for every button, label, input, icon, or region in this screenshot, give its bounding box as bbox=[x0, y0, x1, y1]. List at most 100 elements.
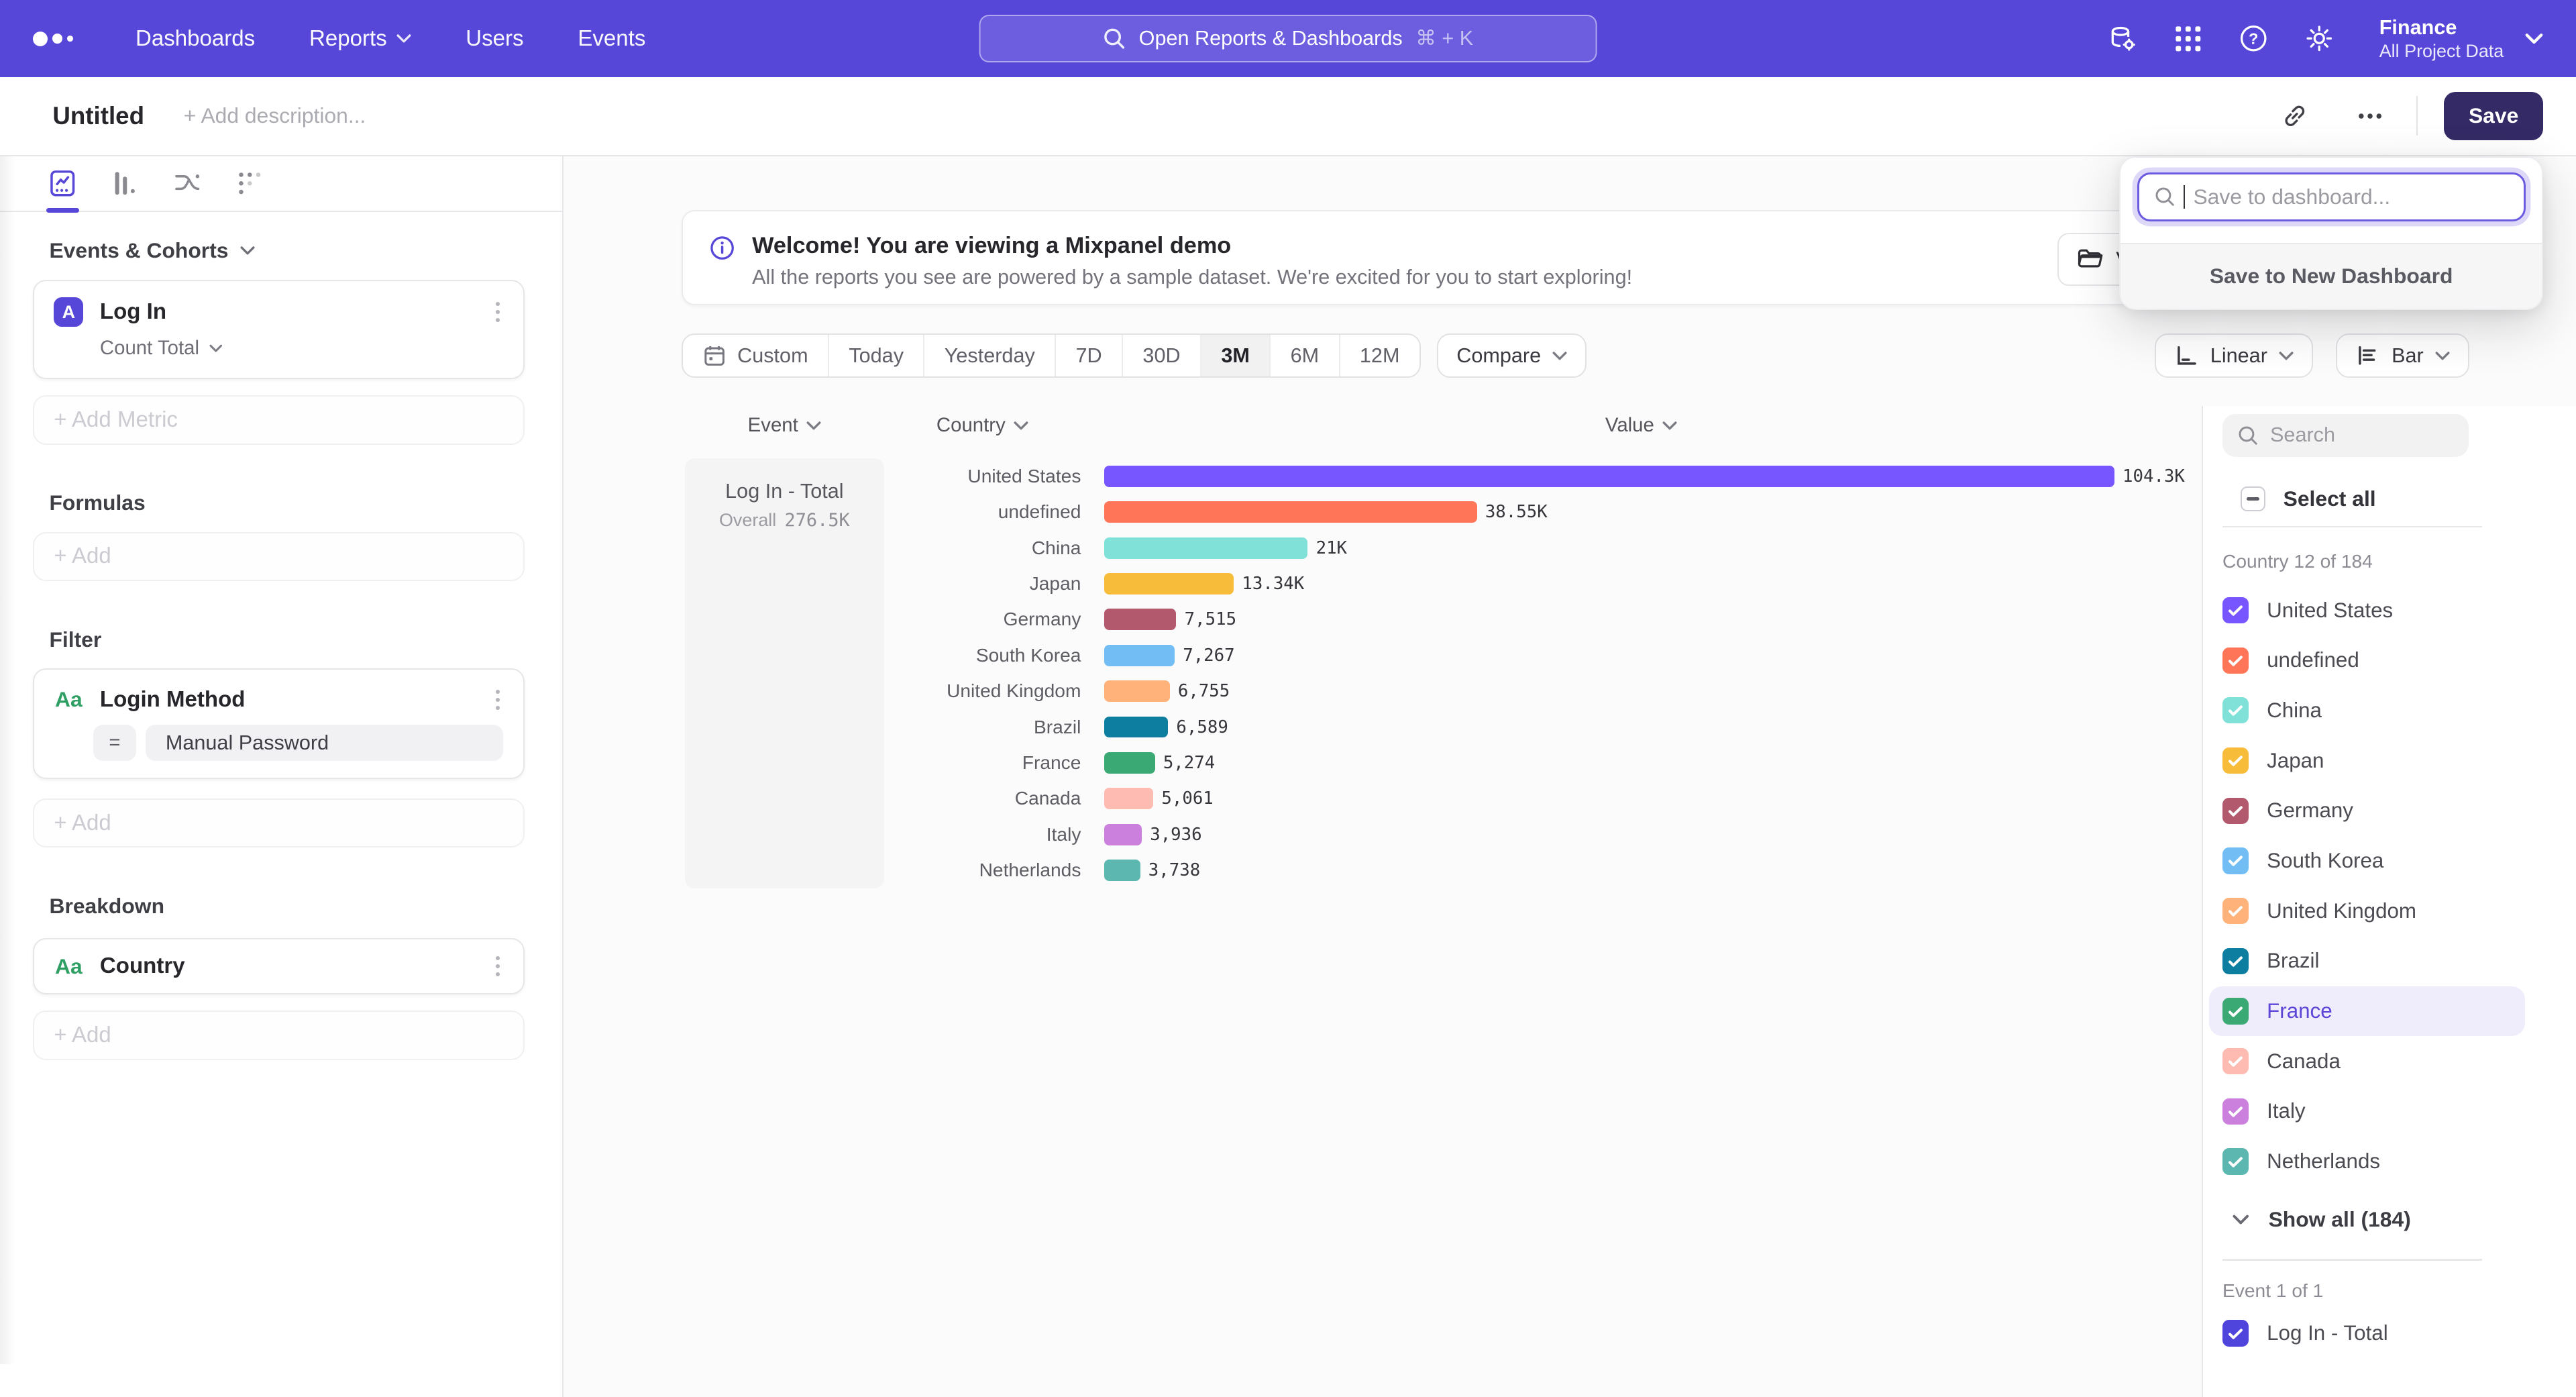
checkbox-checked[interactable] bbox=[2222, 648, 2249, 674]
bar-row[interactable]: 3,738 bbox=[1081, 852, 2201, 888]
add-formula-button[interactable]: + Add bbox=[33, 532, 525, 581]
project-switcher[interactable]: Finance All Project Data bbox=[2379, 15, 2543, 63]
bar-brazil[interactable] bbox=[1104, 717, 1169, 738]
checkbox-checked[interactable] bbox=[2222, 847, 2249, 874]
filter-operator[interactable]: = bbox=[93, 725, 136, 761]
nav-item-events[interactable]: Events bbox=[578, 26, 645, 52]
mixpanel-logo[interactable] bbox=[33, 32, 73, 46]
bar-row[interactable]: 5,061 bbox=[1081, 781, 2201, 817]
tab-funnels[interactable] bbox=[109, 167, 142, 200]
metric-name[interactable]: Log In bbox=[100, 299, 166, 325]
bar-row[interactable]: 6,755 bbox=[1081, 673, 2201, 709]
legend-country-canada[interactable]: Canada bbox=[2209, 1036, 2524, 1086]
add-metric-button[interactable]: + Add Metric bbox=[33, 395, 525, 444]
filter-property-name[interactable]: Login Method bbox=[100, 687, 246, 713]
range-yesterday[interactable]: Yesterday bbox=[924, 335, 1056, 376]
tab-flows[interactable] bbox=[171, 167, 204, 200]
column-header-event[interactable]: Event bbox=[685, 406, 883, 458]
bar-row[interactable]: 21K bbox=[1081, 530, 2201, 566]
bar-united-states[interactable] bbox=[1104, 466, 2114, 487]
range-today[interactable]: Today bbox=[829, 335, 924, 376]
kebab-menu-icon[interactable] bbox=[492, 686, 503, 713]
breakdown-card-country[interactable]: Aa Country bbox=[33, 938, 525, 994]
range-30d[interactable]: 30D bbox=[1123, 335, 1201, 376]
aggregation-selector[interactable]: Count Total bbox=[34, 327, 523, 378]
checkbox-checked[interactable] bbox=[2222, 697, 2249, 723]
help-icon[interactable]: ? bbox=[2238, 23, 2269, 54]
checkbox-checked[interactable] bbox=[2222, 998, 2249, 1024]
nav-item-reports[interactable]: Reports bbox=[309, 26, 411, 52]
apps-grid-icon[interactable] bbox=[2172, 23, 2204, 54]
data-management-icon[interactable] bbox=[2106, 23, 2138, 54]
bar-row[interactable]: 5,274 bbox=[1081, 745, 2201, 780]
legend-country-japan[interactable]: Japan bbox=[2209, 735, 2524, 786]
bar-row[interactable]: 7,515 bbox=[1081, 602, 2201, 637]
legend-country-south-korea[interactable]: South Korea bbox=[2209, 836, 2524, 886]
column-header-country[interactable]: Country bbox=[884, 406, 1081, 458]
checkbox-checked[interactable] bbox=[2222, 798, 2249, 824]
legend-country-brazil[interactable]: Brazil bbox=[2209, 936, 2524, 986]
copy-link-icon[interactable] bbox=[2275, 96, 2314, 136]
checkbox-checked[interactable] bbox=[2222, 1098, 2249, 1125]
scale-selector-button[interactable]: Linear bbox=[2155, 333, 2313, 378]
settings-gear-icon[interactable] bbox=[2304, 23, 2335, 54]
event-series-cell[interactable]: Log In - TotalOverall276.5K bbox=[685, 458, 883, 888]
breakdown-property-name[interactable]: Country bbox=[100, 953, 185, 979]
bar-undefined[interactable] bbox=[1104, 501, 1477, 523]
bar-united-kingdom[interactable] bbox=[1104, 680, 1170, 702]
checkbox-checked[interactable] bbox=[2222, 948, 2249, 974]
report-title[interactable]: Untitled bbox=[52, 102, 144, 130]
bar-japan[interactable] bbox=[1104, 573, 1234, 594]
add-breakdown-button[interactable]: + Add bbox=[33, 1011, 525, 1059]
checkbox-checked[interactable] bbox=[2222, 1148, 2249, 1174]
bar-row[interactable]: 3,936 bbox=[1081, 817, 2201, 852]
global-search-button[interactable]: Open Reports & Dashboards ⌘ + K bbox=[979, 15, 1597, 62]
metric-card-log-in[interactable]: A Log In Count Total bbox=[33, 280, 525, 379]
chart-type-button[interactable]: Bar bbox=[2336, 333, 2469, 378]
legend-country-italy[interactable]: Italy bbox=[2209, 1086, 2524, 1137]
filter-card-login-method[interactable]: Aa Login Method = Manual Password bbox=[33, 668, 525, 778]
column-header-value[interactable]: Value bbox=[1081, 406, 2201, 458]
bar-canada[interactable] bbox=[1104, 788, 1153, 809]
indeterminate-checkbox[interactable] bbox=[2241, 486, 2265, 511]
save-button[interactable]: Save bbox=[2444, 92, 2543, 140]
bar-france[interactable] bbox=[1104, 752, 1155, 774]
nav-item-dashboards[interactable]: Dashboards bbox=[136, 26, 255, 52]
checkbox-checked[interactable] bbox=[2222, 747, 2249, 774]
checkbox-checked[interactable] bbox=[2222, 1320, 2249, 1346]
range-6m[interactable]: 6M bbox=[1271, 335, 1340, 376]
events-cohorts-header[interactable]: Events & Cohorts bbox=[49, 238, 524, 263]
filter-value[interactable]: Manual Password bbox=[146, 725, 503, 761]
add-filter-button[interactable]: + Add bbox=[33, 798, 525, 847]
legend-country-united-kingdom[interactable]: United Kingdom bbox=[2209, 886, 2524, 936]
select-all-toggle[interactable]: Select all bbox=[2222, 486, 2576, 511]
range-12m[interactable]: 12M bbox=[1340, 335, 1419, 376]
legend-country-netherlands[interactable]: Netherlands bbox=[2209, 1137, 2524, 1187]
bar-italy[interactable] bbox=[1104, 824, 1142, 845]
legend-country-france[interactable]: France bbox=[2209, 986, 2524, 1037]
range-3m[interactable]: 3M bbox=[1201, 335, 1271, 376]
legend-country-germany[interactable]: Germany bbox=[2209, 786, 2524, 836]
bar-germany[interactable] bbox=[1104, 609, 1177, 630]
bar-row[interactable]: 7,267 bbox=[1081, 637, 2201, 673]
bar-row[interactable]: 38.55K bbox=[1081, 495, 2201, 530]
legend-country-united-states[interactable]: United States bbox=[2209, 585, 2524, 635]
bar-row[interactable]: 104.3K bbox=[1081, 458, 2201, 494]
more-options-icon[interactable] bbox=[2351, 96, 2390, 136]
bar-china[interactable] bbox=[1104, 537, 1308, 559]
kebab-menu-icon[interactable] bbox=[492, 299, 503, 325]
tab-retention[interactable] bbox=[233, 167, 266, 200]
bar-row[interactable]: 13.34K bbox=[1081, 566, 2201, 601]
checkbox-checked[interactable] bbox=[2222, 597, 2249, 623]
show-all-button[interactable]: Show all (184) bbox=[2222, 1196, 2576, 1243]
checkbox-checked[interactable] bbox=[2222, 898, 2249, 924]
range-7d[interactable]: 7D bbox=[1056, 335, 1123, 376]
legend-search-input[interactable]: Search bbox=[2222, 414, 2469, 457]
legend-event-log-in---total[interactable]: Log In - Total bbox=[2209, 1308, 2524, 1359]
checkbox-checked[interactable] bbox=[2222, 1048, 2249, 1074]
add-description[interactable]: + Add description... bbox=[184, 103, 366, 128]
tab-insights[interactable] bbox=[46, 167, 79, 200]
nav-item-users[interactable]: Users bbox=[466, 26, 523, 52]
range-custom[interactable]: Custom bbox=[683, 335, 829, 376]
bar-netherlands[interactable] bbox=[1104, 860, 1140, 881]
